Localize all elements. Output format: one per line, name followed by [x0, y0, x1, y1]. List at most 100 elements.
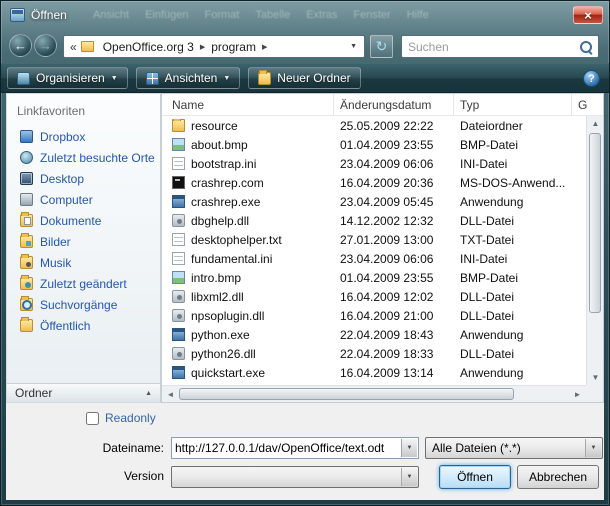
table-row[interactable]: resource 25.05.2009 22:22 Dateiordner	[162, 116, 586, 135]
search-box[interactable]	[401, 35, 599, 58]
file-name-cell[interactable]: intro.bmp	[162, 271, 334, 285]
sidebar-item[interactable]: Zuletzt geändert	[7, 273, 160, 294]
file-name-text: intro.bmp	[191, 271, 241, 285]
file-list-rows: resource 25.05.2009 22:22 Dateiordner ab…	[162, 116, 586, 385]
version-dropdown-button[interactable]: ▼	[401, 468, 417, 486]
table-row[interactable]: quickstart.exe 16.04.2009 13:14 Anwendun…	[162, 363, 586, 382]
column-header-date[interactable]: Änderungsdatum	[334, 94, 454, 115]
file-date-cell: 16.04.2009 21:00	[334, 309, 454, 323]
search-input[interactable]	[402, 40, 578, 54]
chevron-right-icon[interactable]: ▶	[260, 43, 269, 51]
file-type-cell: DLL-Datei	[454, 214, 572, 228]
sidebar-item[interactable]: Desktop	[7, 168, 160, 189]
refresh-button[interactable]: ↻	[370, 35, 393, 58]
breadcrumb-segment-label[interactable]: OpenOffice.org 3	[99, 38, 198, 56]
table-row[interactable]: intro.bmp 01.04.2009 23:55 BMP-Datei	[162, 268, 586, 287]
filename-combo[interactable]: ▼	[171, 437, 419, 459]
organize-button[interactable]: Organisieren ▼	[7, 67, 128, 89]
file-name-cell[interactable]: crashrep.com	[162, 176, 334, 190]
sidebar-item[interactable]: Dropbox	[7, 126, 160, 147]
sidebar-item[interactable]: Computer	[7, 189, 160, 210]
sidebar-item[interactable]: Zuletzt besuchte Orte	[7, 147, 160, 168]
file-type-icon	[172, 309, 185, 322]
views-button[interactable]: Ansichten ▼	[136, 67, 241, 89]
sidebar-item[interactable]: Musik	[7, 252, 160, 273]
close-button[interactable]: ×	[573, 6, 603, 24]
scroll-down-icon[interactable]: ▼	[587, 370, 604, 385]
sidebar-item[interactable]: Dokumente	[7, 210, 160, 231]
open-button[interactable]: Öffnen	[439, 465, 511, 489]
background-menu-item: Ansicht	[93, 9, 129, 21]
folders-expander[interactable]: Ordner ▲	[7, 383, 160, 402]
filename-dropdown-button[interactable]: ▼	[401, 439, 417, 457]
scroll-left-icon[interactable]: ◄	[162, 386, 179, 403]
search-icon[interactable]	[578, 39, 594, 55]
column-header-type[interactable]: Typ	[454, 94, 572, 115]
breadcrumb-dropdown-icon[interactable]: ▼	[350, 43, 360, 50]
table-row[interactable]: crashrep.com 16.04.2009 20:36 MS-DOS-Anw…	[162, 173, 586, 192]
horizontal-scrollbar[interactable]: ◄ ►	[162, 385, 586, 402]
table-row[interactable]: crashrep.exe 23.04.2009 05:45 Anwendung	[162, 192, 586, 211]
file-type-cell: Anwendung	[454, 195, 572, 209]
vertical-scroll-thumb[interactable]	[589, 133, 601, 313]
scroll-up-icon[interactable]: ▲	[587, 116, 604, 131]
file-name-cell[interactable]: python26.dll	[162, 347, 334, 361]
sidebar-item[interactable]: Suchvorgänge	[7, 294, 160, 315]
column-header-size[interactable]: G	[572, 94, 603, 115]
filetype-select[interactable]: Alle Dateien (*.*) ▼	[425, 437, 603, 459]
chevron-right-icon[interactable]: ▶	[198, 43, 207, 51]
table-row[interactable]: libxml2.dll 16.04.2009 12:02 DLL-Datei	[162, 287, 586, 306]
titlebar[interactable]: Öffnen Ansicht Einfügen Format Tabelle E…	[1, 1, 609, 29]
back-icon: ←	[14, 38, 27, 53]
forward-button[interactable]: →	[34, 34, 57, 57]
file-type-cell: DLL-Datei	[454, 347, 572, 361]
table-row[interactable]: about.bmp 01.04.2009 23:55 BMP-Datei	[162, 135, 586, 154]
background-menu-item: Fenster	[353, 9, 390, 21]
file-name-cell[interactable]: bootstrap.ini	[162, 157, 334, 171]
file-type-icon	[172, 157, 185, 170]
file-name-cell[interactable]: npsoplugin.dll	[162, 309, 334, 323]
file-name-cell[interactable]: dbghelp.dll	[162, 214, 334, 228]
file-type-icon	[172, 366, 185, 379]
filetype-dropdown-button[interactable]: ▼	[585, 439, 601, 457]
sidebar-item[interactable]: Bilder	[7, 231, 160, 252]
cancel-button[interactable]: Abbrechen	[517, 465, 599, 489]
file-type-icon	[172, 214, 185, 227]
file-name-cell[interactable]: crashrep.exe	[162, 195, 334, 209]
breadcrumb-segment-label[interactable]: program	[207, 38, 260, 56]
file-name-cell[interactable]: about.bmp	[162, 138, 334, 152]
table-row[interactable]: python.exe 22.04.2009 18:43 Anwendung	[162, 325, 586, 344]
filename-input[interactable]	[175, 439, 398, 457]
table-row[interactable]: bootstrap.ini 23.04.2009 06:06 INI-Datei	[162, 154, 586, 173]
column-header-name[interactable]: Name	[162, 94, 334, 115]
file-name-cell[interactable]: resource	[162, 119, 334, 133]
breadcrumb-collapse[interactable]: «	[70, 40, 77, 54]
sidebar-item-icon	[20, 277, 33, 290]
file-name-cell[interactable]: python.exe	[162, 328, 334, 342]
table-row[interactable]: python26.dll 22.04.2009 18:33 DLL-Datei	[162, 344, 586, 363]
table-row[interactable]: fundamental.ini 23.04.2009 06:06 INI-Dat…	[162, 249, 586, 268]
new-folder-button[interactable]: Neuer Ordner	[248, 67, 360, 89]
breadcrumb[interactable]: « OpenOffice.org 3 ▶ program ▶ ▼	[63, 35, 365, 58]
version-select[interactable]: ▼	[171, 466, 419, 488]
table-row[interactable]: npsoplugin.dll 16.04.2009 21:00 DLL-Date…	[162, 306, 586, 325]
readonly-checkbox[interactable]	[86, 412, 99, 425]
file-date-cell: 01.04.2009 23:55	[334, 271, 454, 285]
file-name-cell[interactable]: fundamental.ini	[162, 252, 334, 266]
table-row[interactable]: dbghelp.dll 14.12.2002 12:32 DLL-Datei	[162, 211, 586, 230]
breadcrumb-segment[interactable]: program ▶	[207, 38, 269, 56]
scroll-right-icon[interactable]: ►	[569, 386, 586, 403]
file-name-cell[interactable]: desktophelper.txt	[162, 233, 334, 247]
table-row[interactable]: desktophelper.txt 27.01.2009 13:00 TXT-D…	[162, 230, 586, 249]
views-icon	[146, 72, 159, 85]
dialog-icon	[10, 8, 25, 22]
back-button[interactable]: ←	[9, 34, 32, 57]
help-button[interactable]: ?	[583, 70, 600, 87]
horizontal-scroll-thumb[interactable]	[179, 388, 514, 400]
vertical-scrollbar[interactable]: ▲ ▼	[586, 116, 603, 385]
file-name-cell[interactable]: quickstart.exe	[162, 366, 334, 380]
file-name-cell[interactable]: libxml2.dll	[162, 290, 334, 304]
sidebar-item[interactable]: Öffentlich	[7, 315, 160, 336]
breadcrumb-segment[interactable]: OpenOffice.org 3 ▶	[99, 38, 208, 56]
readonly-row: Readonly	[86, 411, 156, 425]
